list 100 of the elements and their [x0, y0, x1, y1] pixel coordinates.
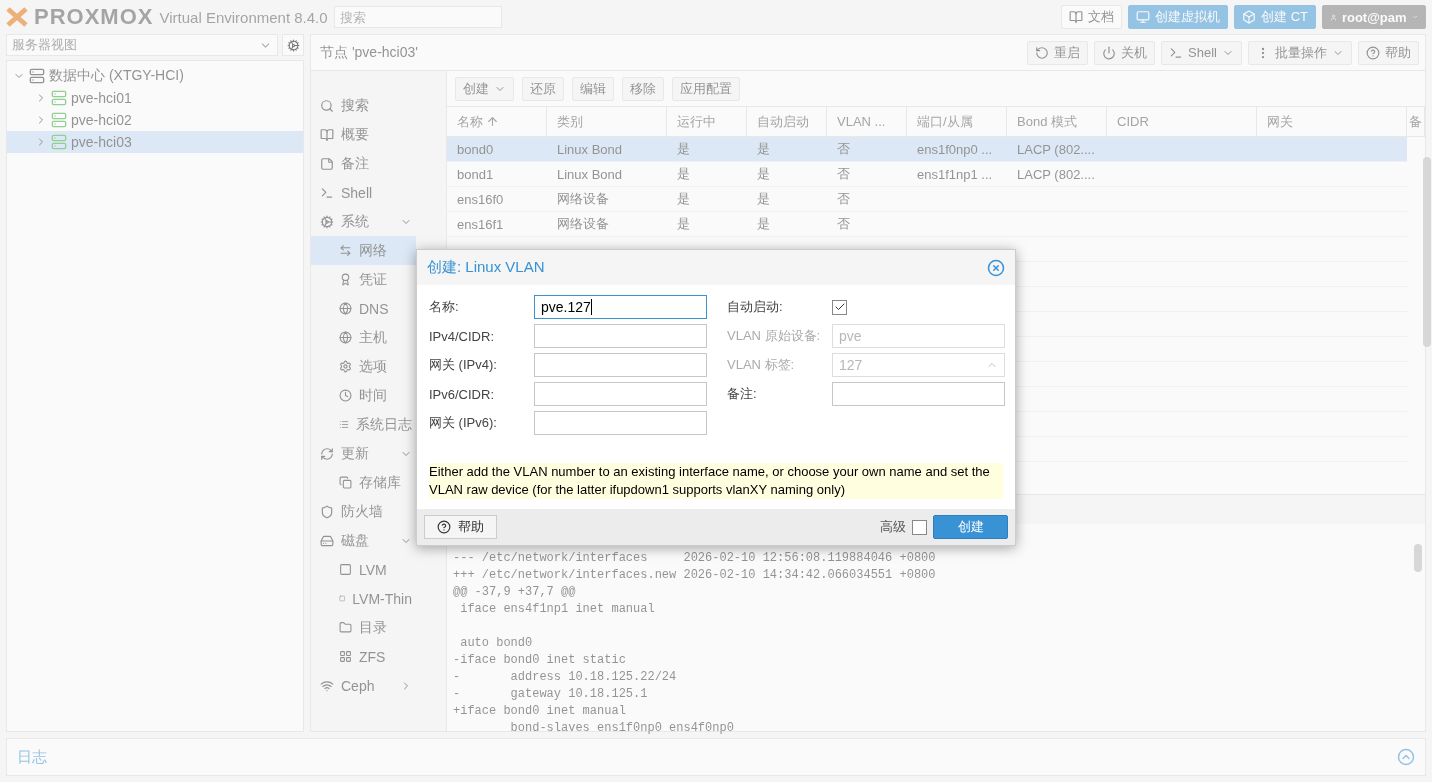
node-button[interactable]: 重启 — [1027, 40, 1089, 65]
user-menu[interactable]: root@pam — [1322, 5, 1426, 29]
checkbox[interactable] — [912, 519, 927, 535]
menu-item[interactable]: 选项 — [311, 352, 416, 381]
table-cell-text: Linux Bond — [556, 165, 624, 184]
table-cell-text: 否 — [836, 140, 851, 158]
menu-item[interactable]: 系统 — [311, 207, 416, 236]
input-field[interactable] — [534, 324, 707, 348]
table-cell-text: 是 — [676, 165, 691, 183]
table-cell-text: 否 — [836, 190, 851, 208]
table-cell-text: 否 — [836, 215, 851, 233]
menu-item[interactable]: 更新 — [311, 439, 416, 468]
menu-item[interactable]: 存储库 — [311, 468, 416, 497]
column-header[interactable]: 备 — [1407, 107, 1425, 136]
menu-item[interactable]: 防火墙 — [311, 497, 416, 526]
menu-item[interactable]: 网络 — [311, 236, 416, 265]
node-button[interactable]: Shell — [1161, 40, 1242, 65]
toolbar-button[interactable]: 应用配置 — [672, 76, 740, 101]
input-field[interactable] — [534, 382, 707, 406]
toolbar-button[interactable]: 还原 — [522, 76, 564, 101]
menu-item[interactable]: Shell — [311, 178, 416, 207]
input-field[interactable] — [534, 411, 707, 435]
menu-item[interactable]: 概要 — [311, 120, 416, 149]
table-cell-text: ens1f0np0 ... — [916, 140, 994, 159]
menu-item[interactable]: ZFS — [311, 642, 416, 671]
column-header[interactable]: Bond 模式 — [1007, 107, 1107, 136]
table-cell-text: 网络设备 — [556, 215, 610, 233]
input-field[interactable] — [832, 382, 1005, 406]
close-icon[interactable] — [987, 258, 1005, 277]
menu-item[interactable]: 时间 — [311, 381, 416, 410]
header-button[interactable]: 创建虚拟机 — [1128, 5, 1229, 29]
menu-item[interactable]: DNS — [311, 294, 416, 323]
column-header[interactable]: 网关 — [1257, 107, 1407, 136]
toolbar-button[interactable]: 编辑 — [572, 76, 614, 101]
server-rack-icon — [29, 68, 45, 84]
toolbar-button[interactable]: 创建 — [455, 76, 514, 101]
menu-item[interactable]: 搜索 — [311, 91, 416, 120]
node-button[interactable]: 批量操作 — [1248, 40, 1352, 65]
table-cell-text: bond1 — [456, 165, 495, 184]
column-header[interactable]: 类别 — [547, 107, 667, 136]
menu-item[interactable]: LVM — [311, 555, 416, 584]
certificate-icon — [339, 273, 352, 286]
menu-item[interactable]: 磁盘 — [311, 526, 416, 555]
column-header[interactable]: 端口/从属 — [907, 107, 1007, 136]
expand-icon[interactable] — [1397, 748, 1415, 766]
view-select[interactable]: 服务器视图 — [6, 34, 278, 56]
check-icon — [833, 301, 846, 313]
input-field[interactable]: pve.127 — [534, 295, 707, 319]
header-button[interactable]: 文档 — [1061, 5, 1123, 29]
clock-icon — [339, 389, 352, 402]
table-cell-text: 是 — [756, 165, 771, 183]
menu-item[interactable]: Ceph — [311, 671, 416, 700]
grid-icon — [339, 650, 352, 663]
column-header[interactable]: 名称 — [447, 107, 547, 136]
field-label: VLAN 原始设备: — [727, 327, 822, 345]
column-header[interactable]: 自动启动 — [747, 107, 827, 136]
field-label: 网关 (IPv6): — [429, 414, 498, 432]
menu-item[interactable]: 备注 — [311, 149, 416, 178]
input-field[interactable] — [534, 353, 707, 377]
column-header[interactable]: 运行中 — [667, 107, 747, 136]
node-button[interactable]: 帮助 — [1358, 40, 1419, 65]
toolbar-button[interactable]: 移除 — [622, 76, 664, 101]
checkbox[interactable] — [832, 299, 847, 315]
header-button[interactable]: 创建 CT — [1234, 5, 1316, 29]
hint-text: Either add the VLAN number to an existing interface name, or choose your own name and set the VLAN raw device (for the latter ifupdown1 supports vlanXY naming only) — [429, 463, 1003, 499]
table-cell-text: 是 — [676, 215, 691, 233]
tree-label: pve-hci03 — [71, 134, 132, 150]
node-button[interactable]: 关机 — [1094, 40, 1156, 65]
gears-icon — [320, 214, 334, 229]
column-header[interactable]: VLAN ... — [827, 107, 907, 136]
search-field[interactable]: 搜索 — [333, 6, 502, 28]
field-label: 名称: — [429, 298, 460, 316]
table-cell-text: 是 — [756, 140, 771, 158]
diff-text: --- /etc/network/interfaces 2026-02-10 12:56:08.119884046 +0800 +++ /etc/network/interfaces.new 2026-02-10 14:34:42.066034551 +0800 @@ -37,9 +37,7 @@ iface ens4f1np1 inet manual auto bond0 -iface bond0 inet static - address 10.18.125.22/24 - gateway 10.18.125.1 +iface bond0 inet manual bond-slaves ens1f0np0 ens4f0np0 — [452, 550, 937, 737]
tree-item[interactable]: pve-hci01 — [7, 87, 303, 109]
column-header[interactable]: CIDR — [1107, 107, 1257, 136]
tree-item[interactable]: pve-hci02 — [7, 109, 303, 131]
menu-item[interactable]: 凭证 — [311, 265, 416, 294]
advanced-label: 高级 — [880, 518, 906, 536]
menu-item[interactable]: 主机 — [311, 323, 416, 352]
sort-arrow-icon — [486, 115, 499, 128]
create-button[interactable]: 创建 — [933, 515, 1008, 539]
help-button[interactable]: 帮助 — [424, 515, 497, 539]
table-cell-text: ens1f1np1 ... — [916, 165, 994, 184]
search-icon — [320, 98, 334, 113]
folder-icon — [339, 621, 352, 634]
tree-item[interactable]: 数据中心 (XTGY-HCI) — [7, 65, 303, 87]
dialog-title: 创建: Linux VLAN — [427, 258, 545, 277]
tree-item[interactable]: pve-hci03 — [7, 131, 303, 153]
globe-icon — [339, 331, 352, 344]
restart-icon — [1035, 45, 1050, 60]
menu-item[interactable]: LVM-Thin — [311, 584, 416, 613]
settings-button[interactable] — [282, 34, 304, 56]
table-row[interactable]: bond0 Linux Bond 是 是 否 ens1f0np0 ... LACP (802.... — [447, 137, 1407, 162]
field-label: VLAN 标签: — [727, 356, 796, 374]
table-cell-text: 是 — [676, 190, 691, 208]
terminal-icon — [1169, 45, 1184, 60]
menu-item[interactable]: 目录 — [311, 613, 416, 642]
book-icon — [1069, 10, 1084, 24]
menu-item[interactable]: 系统日志 — [311, 410, 416, 439]
